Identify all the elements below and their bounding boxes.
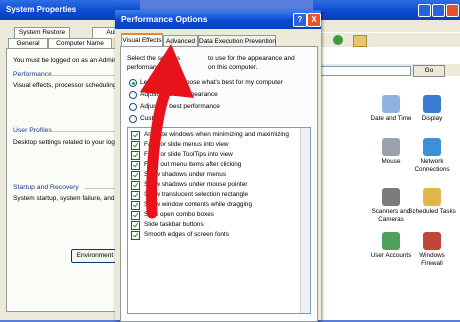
checkbox-checked[interactable]	[131, 151, 140, 160]
tab-system-restore[interactable]: System Restore	[14, 27, 70, 38]
checkbox-checked[interactable]	[131, 141, 140, 150]
radio-label[interactable]: Adjust for best appearance	[140, 91, 218, 98]
radio-best-appearance[interactable]	[129, 91, 137, 99]
effect-label: Fade or slide ToolTips into view	[144, 151, 233, 158]
cp-item-display[interactable]: Display	[408, 95, 456, 123]
effect-item[interactable]: Show translucent selection rectangle	[131, 190, 248, 200]
close-button[interactable]: X	[307, 13, 321, 27]
folder-icon[interactable]	[353, 35, 367, 47]
effect-item[interactable]: Show window contents while dragging	[131, 200, 252, 210]
effect-item[interactable]: Smooth edges of screen fonts	[131, 230, 229, 240]
cp-item-scheduled-tasks[interactable]: Scheduled Tasks	[408, 188, 456, 216]
checkbox-checked[interactable]	[131, 171, 140, 180]
help-button[interactable]: ?	[293, 13, 307, 27]
checkbox-checked[interactable]	[131, 161, 140, 170]
admin-notice: You must be logged on as an Administ	[13, 57, 124, 64]
network-connections-icon	[423, 138, 441, 156]
address-input[interactable]	[317, 66, 411, 76]
effect-item[interactable]: Fade out menu items after clicking	[131, 160, 241, 170]
startup-recovery-heading: Startup and Recovery	[13, 184, 79, 191]
user-accounts-icon	[382, 232, 400, 250]
date-time-icon	[382, 95, 400, 113]
effect-label: Fade or slide menus into view	[144, 141, 229, 148]
effect-item[interactable]: Slide taskbar buttons	[131, 220, 204, 230]
scanners-cameras-icon	[382, 188, 400, 206]
checkbox-checked[interactable]	[131, 231, 140, 240]
intro-text-2a: performance	[127, 64, 164, 71]
radio-let-windows-choose[interactable]	[129, 79, 137, 87]
radio-label[interactable]: Custom:	[140, 115, 164, 122]
effect-item[interactable]: Show shadows under mouse pointer	[131, 180, 247, 190]
cp-item-windows-firewall[interactable]: Windows Firewall	[408, 232, 456, 267]
radio-label[interactable]: Adjust for best performance	[140, 103, 220, 110]
display-icon	[423, 95, 441, 113]
list-scrollbar[interactable]	[300, 128, 310, 313]
user-profiles-heading: User Profiles	[13, 127, 52, 134]
effect-label: Show window contents while dragging	[144, 201, 252, 208]
maximize-button[interactable]	[432, 4, 445, 17]
radio-custom[interactable]	[129, 115, 137, 123]
effect-item[interactable]: Slide open combo boxes	[131, 210, 214, 220]
effect-label: Show translucent selection rectangle	[144, 191, 249, 198]
effect-label: Slide open combo boxes	[144, 211, 214, 218]
checkbox-checked[interactable]	[131, 181, 140, 190]
windows-firewall-icon	[423, 232, 441, 250]
divider	[47, 75, 117, 76]
radio-best-performance[interactable]	[129, 103, 137, 111]
effect-label: Show shadows under menus	[144, 171, 227, 178]
performance-description: Visual effects, processor scheduling	[13, 82, 117, 89]
control-panel-window: Go Date and Time Display Mouse Network C…	[313, 0, 460, 320]
effect-label: Animate windows when minimizing and maxi…	[144, 131, 289, 138]
effect-item[interactable]: Fade or slide menus into view	[131, 140, 229, 150]
cp-item-network-connections[interactable]: Network Connections	[408, 138, 456, 173]
minimize-button[interactable]	[418, 4, 431, 17]
mouse-icon	[382, 138, 400, 156]
close-icon[interactable]	[446, 4, 459, 17]
cp-item-label: Scheduled Tasks	[408, 208, 456, 215]
checkbox-checked[interactable]	[131, 211, 140, 220]
visual-effects-list[interactable]: Animate windows when minimizing and maxi…	[127, 127, 311, 314]
checkbox-checked[interactable]	[131, 201, 140, 210]
checkbox-checked[interactable]	[131, 221, 140, 230]
go-button[interactable]: Go	[413, 65, 445, 77]
effect-item[interactable]: Fade or slide ToolTips into view	[131, 150, 233, 160]
control-panel-menubar	[313, 20, 460, 32]
performance-options-dialog: Performance Options ? X Visual Effects A…	[115, 10, 321, 322]
scheduled-tasks-icon	[423, 188, 441, 206]
effect-item[interactable]: Animate windows when minimizing and maxi…	[131, 130, 289, 140]
user-profiles-description: Desktop settings related to your logo	[13, 139, 119, 146]
startup-recovery-description: System startup, system failure, and de	[13, 195, 124, 202]
cp-item-label: Display	[421, 115, 443, 122]
intro-text-2b: on this computer.	[208, 64, 258, 71]
search-icon[interactable]	[333, 35, 343, 45]
effect-label: Show shadows under mouse pointer	[144, 181, 248, 188]
divider	[85, 188, 117, 189]
effect-label: Fade out menu items after clicking	[144, 161, 242, 168]
effect-label: Slide taskbar buttons	[144, 221, 204, 228]
dialog-title: Performance Options	[121, 14, 208, 24]
control-panel-toolbar	[313, 32, 460, 47]
checkbox-checked[interactable]	[131, 131, 140, 140]
divider	[52, 131, 117, 132]
radio-label[interactable]: Let Windows choose what's best for my co…	[140, 79, 283, 86]
intro-text-1a: Select the settings	[127, 55, 181, 62]
effect-item[interactable]: Show shadows under menus	[131, 170, 226, 180]
cp-item-label: Windows Firewall	[419, 252, 445, 267]
intro-text-1b: to use for the appearance and	[208, 55, 295, 62]
effect-label: Smooth edges of screen fonts	[144, 231, 229, 238]
control-panel-titlebar[interactable]	[313, 0, 460, 20]
cp-item-label: Network Connections	[414, 158, 450, 173]
checkbox-checked[interactable]	[131, 191, 140, 200]
system-properties-title: System Properties	[6, 5, 77, 14]
